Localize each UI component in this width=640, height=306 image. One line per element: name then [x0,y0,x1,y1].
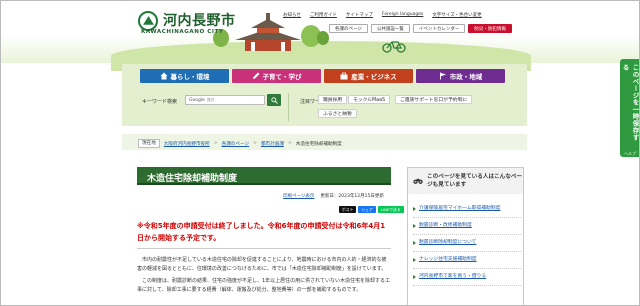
bicycle-illustration [382,41,406,53]
save-page-tab-label: このページを一時保存する [621,64,639,141]
top-utility-links: お知らせ ご利用ガイド サイトマップ Foreign languages 文字サ… [283,12,482,18]
related-pages-header: このページを見ている人はこんなページも見ています [408,168,523,194]
featured-word-chip[interactable]: 職員採用 [318,95,348,104]
related-page-link[interactable]: 介護保険居宅マイホーム取得補助制度 [413,201,521,218]
breadcrumb-separator: > [213,141,218,146]
line-share-button[interactable]: LINEで送る [377,206,404,213]
page-meta: 印刷ページ表示 更新日：2023年12月15日更新 [283,193,384,199]
global-nav-panel: 暮らし・環境 子育て・学び 産業・ビジネス 市政・地域 キーワード検索 Goog… [122,64,527,126]
category-label: 産業・ビジネス [351,73,397,81]
flag-icon [439,72,446,80]
page-title-bar: 木造住宅除却補助制度 [137,167,391,185]
related-pages-panel: このページを見ている人はこんなページも見ています 介護保険居宅マイホーム取得補助… [407,167,524,305]
category-business[interactable]: 産業・ビジネス [324,69,413,83]
keyword-search-label: キーワード検索 [142,99,178,105]
featured-word-chip[interactable]: ふるさと納税 [318,109,357,118]
related-page-link[interactable]: 河内長野市で家を買う・借りる [413,269,521,286]
breadcrumb-separator: > [253,141,257,146]
search-provider-hint: 提供 [206,97,214,102]
search-input[interactable]: Google 提供 [185,95,265,105]
related-pages-list: 介護保険居宅マイホーム取得補助制度 耐震診断・改修補助制度 耐震診断除却制度につ… [413,201,521,286]
x-post-button[interactable]: ポスト [339,206,357,213]
category-childcare[interactable]: 子育て・学び [232,69,321,83]
breadcrumb-current-label: 現在地 [138,139,160,148]
divider [288,93,289,121]
save-page-tab[interactable]: このページを一時保存する ヘルプ [620,59,639,157]
breadcrumb-link[interactable]: 各課のページ [222,141,249,147]
page-title: 木造住宅除却補助制度 [147,174,238,184]
share-buttons: ポスト シェア LINEで送る [339,206,404,213]
page: 河内長野市 KAWACHINAGANO CITY お知らせ ご利用ガイド サイト… [0,0,640,306]
tree-illustration [317,31,329,45]
public-facilities-button[interactable]: 公共施設一覧 [370,24,410,33]
top-link[interactable]: サイトマップ [346,12,373,18]
featured-word-chip[interactable]: モックルMaaS [348,95,391,104]
top-link[interactable]: Foreign languages [382,12,423,18]
category-city-admin[interactable]: 市政・地域 [416,69,505,83]
facebook-share-button[interactable]: シェア [358,206,376,213]
related-page-link[interactable]: 耐震診断・改修補助制度 [413,218,521,235]
event-calendar-button[interactable]: イベントカレンダー [412,24,466,33]
city-emblem-icon[interactable] [138,11,158,31]
category-nav: 暮らし・環境 子育て・学び 産業・ビジネス 市政・地域 [140,69,505,83]
site-logo-text[interactable]: 河内長野市 [163,10,236,30]
top-link[interactable]: 文字サイズ・色合い変更 [432,12,481,18]
search-icon [270,96,278,104]
site-logo-subtext: KAWACHINAGANO CITY [141,29,224,35]
category-label: 暮らし・環境 [170,73,210,81]
article-body: 市内の耐震性が不足している木造住宅の除却を促進することにより、地震時における市内… [137,256,391,298]
breadcrumb-separator: > [287,141,292,146]
temple-illustration [235,13,301,51]
updated-date: 更新日：2023年12月15日更新 [320,194,384,199]
search-provider: Google [189,97,205,103]
divider [137,248,391,249]
disaster-info-button[interactable]: 防災・防犯情報 [468,24,512,33]
body-paragraph: この制度は、耐震診断の結果、住宅の強度が不足し、1年以上居住の用に供されていない… [137,278,391,293]
related-pages-title: このページを見ている人はこんなページも見ています [427,174,523,188]
related-page-link[interactable]: 耐震診断除却制度について [413,235,521,252]
binoculars-icon [413,178,423,184]
category-label: 市政・地域 [449,73,483,81]
home-icon [160,72,167,80]
category-living[interactable]: 暮らし・環境 [140,69,229,83]
briefcase-icon [340,72,348,80]
body-paragraph: 市内の耐震性が不足している木造住宅の除却を促進することにより、地震時における市内… [137,257,387,272]
related-page-link[interactable]: ナレッジ住宅支援補助制度 [413,252,521,269]
breadcrumb-link[interactable]: 都市計画課 [261,141,284,147]
help-link[interactable]: ヘルプ [624,151,636,157]
breadcrumb-link[interactable]: 大阪府河内長野市役所 [164,141,210,147]
notice-text: ※令和5年度の申請受付は終了しました。令和6年度の申請受付は令和6年4月1日から… [137,222,386,242]
breadcrumb-current-page: 木造住宅除却補助制度 [295,141,342,147]
department-pages-button[interactable]: 各課のページ [329,24,368,33]
header-buttons: 各課のページ 公共施設一覧 イベントカレンダー 防災・防犯情報 [329,24,512,33]
breadcrumb: 現在地 大阪府河内長野市役所 > 各課のページ > 都市計画課 > 木造住宅除却… [122,134,527,150]
top-link[interactable]: お知らせ [283,12,301,18]
site-header: 河内長野市 KAWACHINAGANO CITY お知らせ ご利用ガイド サイト… [1,1,639,71]
search-button[interactable] [267,94,281,106]
top-link[interactable]: ご利用ガイド [310,12,337,18]
category-label: 子育て・学び [262,73,302,81]
print-page-link[interactable]: 印刷ページ表示 [283,193,314,199]
pencil-icon [252,72,259,79]
featured-word-chip[interactable]: ご遺族サポート窓口が予約制に [395,95,473,104]
